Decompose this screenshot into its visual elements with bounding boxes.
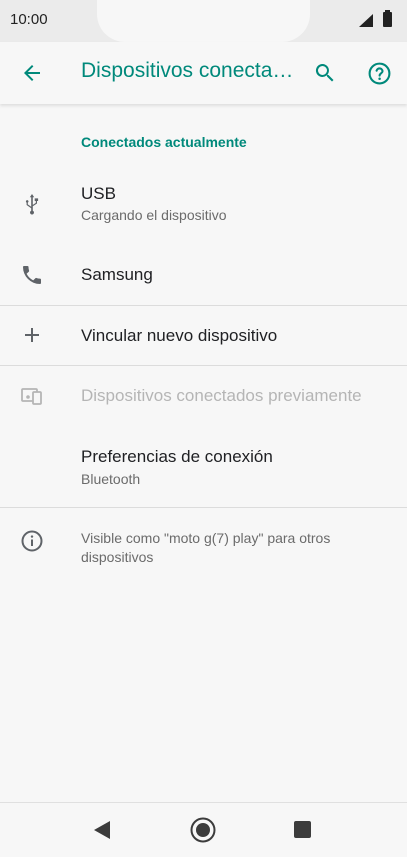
navigation-bar [0,802,407,857]
plus-icon [25,328,39,342]
devices-icon [21,388,42,405]
visibility-info-text: Visible como "moto g(7) play" para otros… [81,530,331,565]
list-item-previously-connected: Dispositivos conectados previamente [0,366,407,426]
phone-icon [23,266,41,284]
display-notch [97,0,310,42]
back-arrow-icon[interactable] [20,61,44,85]
list-item-samsung[interactable]: Samsung [0,246,407,304]
status-time: 10:00 [10,11,48,28]
item-title: Dispositivos conectados previamente [81,386,362,405]
signal-icon [359,14,373,27]
help-icon[interactable] [367,61,392,86]
list-item-connection-preferences[interactable]: Preferencias de conexión Bluetooth [0,432,407,502]
section-header-current: Conectados actualmente [81,134,247,150]
battery-icon [383,10,392,27]
usb-icon [25,194,39,215]
item-title: USB [81,184,116,203]
item-title: Samsung [81,265,153,284]
back-triangle-icon[interactable] [94,821,110,839]
item-title: Preferencias de conexión [81,447,273,466]
page-title: Dispositivos conectados [81,59,296,82]
list-item-usb[interactable]: USB Cargando el dispositivo [0,170,407,238]
item-subtitle: Cargando el dispositivo [81,207,227,223]
info-icon [21,530,43,552]
item-subtitle: Bluetooth [81,471,141,487]
app-bar: Dispositivos conectados [0,42,407,104]
item-title: Vincular nuevo dispositivo [81,326,278,345]
status-bar: 10:00 [0,0,407,42]
home-circle-icon[interactable] [190,817,216,843]
recents-square-icon[interactable] [294,821,311,838]
search-icon[interactable] [313,61,337,85]
list-item-pair-new[interactable]: Vincular nuevo dispositivo [0,306,407,365]
divider [0,507,407,508]
